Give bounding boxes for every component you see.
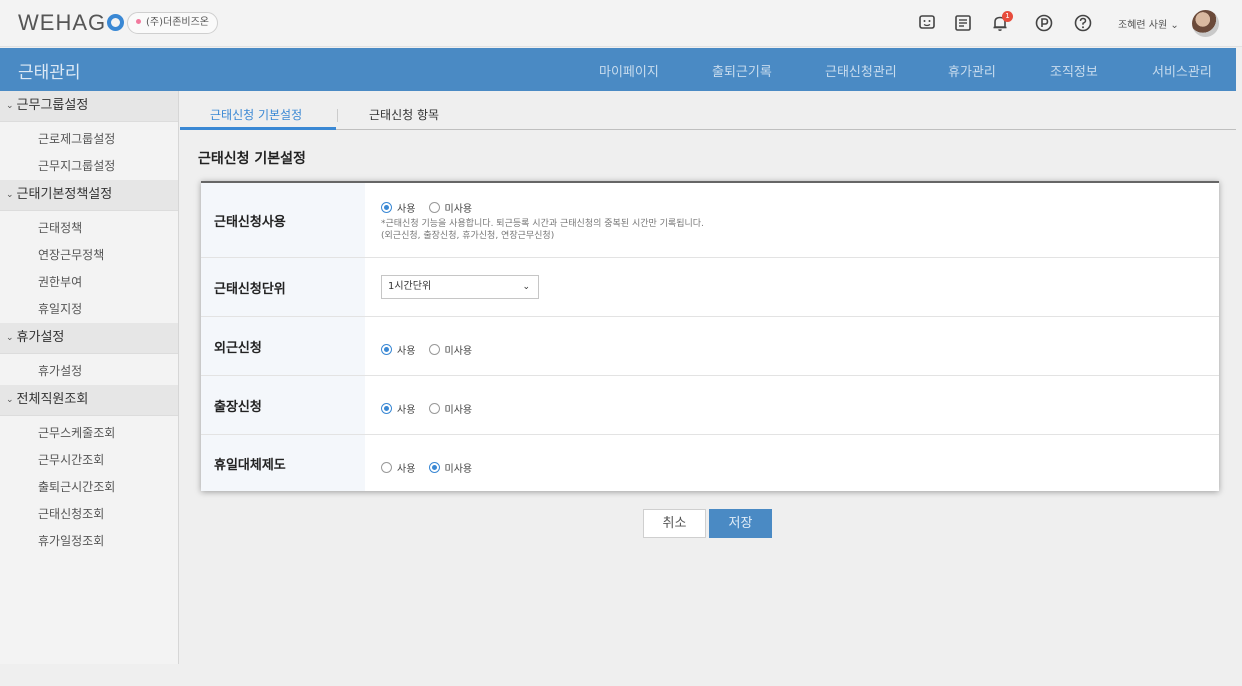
- radio-label: 사용: [397, 204, 416, 215]
- sidebar-group-label: 휴가설정: [16, 330, 65, 345]
- point-icon[interactable]: [1034, 13, 1054, 33]
- row-label: 휴일대체제도: [201, 435, 365, 491]
- cancel-button[interactable]: 취소: [643, 509, 706, 538]
- radio-label: 미사용: [444, 405, 473, 416]
- row-label: 출장신청: [201, 376, 365, 434]
- sidebar-group-basic-policy[interactable]: ⌄ 근태기본정책설정: [0, 180, 178, 211]
- nav-organization[interactable]: 조직정보: [1050, 61, 1098, 80]
- radio-label: 사용: [397, 405, 416, 416]
- sidebar-item-permission[interactable]: 권한부여: [0, 269, 178, 296]
- radio-label: 사용: [397, 346, 416, 357]
- chevron-down-icon: ⌄: [522, 282, 530, 292]
- notes-icon[interactable]: [953, 13, 973, 33]
- sidebar-item-attendance-policy[interactable]: 근태정책: [0, 215, 178, 242]
- tab-bar: 근태신청 기본설정 근태신청 항목: [180, 91, 1236, 130]
- row-label: 근태신청사용: [201, 183, 365, 257]
- radio-group-request-usage: 사용 미사용: [381, 197, 480, 216]
- request-unit-select[interactable]: 1시간단위 ⌄: [381, 275, 539, 299]
- tab-divider: [337, 109, 338, 122]
- radio-unuse[interactable]: [428, 403, 440, 414]
- top-bar: WEHAG (주)더존비즈온 1 조혜련 사원 ⌄: [0, 0, 1242, 47]
- sidebar-item-workplace-group[interactable]: 근무지그룹설정: [0, 153, 178, 180]
- radio-label: 미사용: [444, 346, 473, 357]
- radio-use[interactable]: [381, 202, 392, 213]
- usage-description: *근태신청 기능을 사용합니다. 퇴근등록 시간과 근태신청의 중복된 시간만 …: [381, 218, 704, 242]
- chevron-down-icon: ⌄: [6, 333, 14, 343]
- messenger-icon[interactable]: [917, 13, 937, 33]
- sidebar-group-work-group[interactable]: ⌄ 근무그룹설정: [0, 91, 178, 122]
- sidebar-item-labor-group[interactable]: 근로제그룹설정: [0, 126, 178, 153]
- nav-leave-management[interactable]: 휴가관리: [948, 61, 996, 80]
- radio-use[interactable]: [381, 344, 392, 355]
- radio-label: 미사용: [444, 464, 473, 475]
- row-holiday-substitution: 휴일대체제도 사용 미사용: [201, 435, 1219, 491]
- app-title[interactable]: 근태관리: [18, 58, 81, 83]
- company-name: (주)더존비즈온: [146, 17, 210, 28]
- nav-service-management[interactable]: 서비스관리: [1152, 61, 1212, 80]
- row-outside-work: 외근신청 사용 미사용: [201, 317, 1219, 376]
- help-icon[interactable]: [1073, 13, 1093, 33]
- sidebar-item-work-hours[interactable]: 근무시간조회: [0, 447, 178, 474]
- chevron-down-icon: ⌄: [6, 101, 14, 111]
- row-label: 근태신청단위: [201, 258, 365, 316]
- user-avatar[interactable]: [1192, 10, 1219, 37]
- radio-unuse[interactable]: [428, 344, 440, 355]
- radio-group-business-trip: 사용 미사용: [381, 398, 480, 417]
- radio-group-holiday-substitution: 사용 미사용: [381, 457, 480, 476]
- sidebar-item-request-lookup[interactable]: 근태신청조회: [0, 501, 178, 528]
- user-name-menu[interactable]: 조혜련 사원 ⌄: [1118, 16, 1179, 31]
- logo-text: WEHAG: [18, 10, 107, 35]
- sidebar-item-leave-settings[interactable]: 휴가설정: [0, 358, 178, 385]
- radio-group-outside-work: 사용 미사용: [381, 339, 480, 358]
- tab-basic-settings[interactable]: 근태신청 기본설정: [210, 106, 302, 123]
- sidebar-group-label: 전체직원조회: [16, 392, 89, 407]
- radio-unuse[interactable]: [428, 202, 440, 213]
- sidebar-item-holiday[interactable]: 휴일지정: [0, 296, 178, 323]
- sidebar-item-overtime-policy[interactable]: 연장근무정책: [0, 242, 178, 269]
- description-line: (외근신청, 출장신청, 휴가신청, 연장근무신청): [381, 231, 555, 241]
- nav-mypage[interactable]: 마이페이지: [599, 61, 659, 80]
- description-line: *근태신청 기능을 사용합니다. 퇴근등록 시간과 근태신청의 중복된 시간만 …: [381, 219, 704, 229]
- sidebar-group-leave[interactable]: ⌄ 휴가설정: [0, 323, 178, 354]
- row-request-usage: 근태신청사용 사용 미사용 *근태신청 기능을 사용합니다. 퇴근등록 시간과 …: [201, 183, 1219, 258]
- section-title: 근태신청 기본설정: [198, 151, 306, 167]
- sidebar-item-commute-time[interactable]: 출퇴근시간조회: [0, 474, 178, 501]
- radio-use[interactable]: [381, 462, 392, 473]
- row-business-trip: 출장신청 사용 미사용: [201, 376, 1219, 435]
- company-dot-icon: [136, 19, 141, 24]
- sidebar-group-all-staff[interactable]: ⌄ 전체직원조회: [0, 385, 178, 416]
- radio-label: 미사용: [444, 204, 473, 215]
- app-bar: 근태관리 마이페이지 출퇴근기록 근태신청관리 휴가관리 조직정보 서비스관리: [0, 48, 1236, 91]
- select-value: 1시간단위: [388, 281, 432, 292]
- company-selector[interactable]: (주)더존비즈온: [127, 12, 219, 34]
- nav-request-management[interactable]: 근태신청관리: [825, 61, 897, 80]
- sidebar-item-leave-schedule[interactable]: 휴가일정조회: [0, 528, 178, 555]
- sidebar-group-label: 근태기본정책설정: [16, 187, 113, 202]
- radio-use[interactable]: [381, 403, 392, 414]
- row-request-unit: 근태신청단위 1시간단위 ⌄: [201, 258, 1219, 317]
- notification-badge: 1: [1002, 11, 1013, 22]
- nav-attendance-record[interactable]: 출퇴근기록: [712, 61, 772, 80]
- sidebar-item-schedule[interactable]: 근무스케줄조회: [0, 420, 178, 447]
- tab-request-items[interactable]: 근태신청 항목: [369, 106, 439, 123]
- logo-o-icon: [107, 14, 125, 31]
- settings-form: 근태신청사용 사용 미사용 *근태신청 기능을 사용합니다. 퇴근등록 시간과 …: [201, 181, 1219, 491]
- sidebar-group-label: 근무그룹설정: [16, 98, 89, 113]
- wehago-logo[interactable]: WEHAG: [18, 10, 125, 36]
- radio-unuse[interactable]: [428, 462, 440, 473]
- active-tab-underline: [180, 127, 336, 130]
- chevron-down-icon: ⌄: [6, 395, 14, 405]
- save-button[interactable]: 저장: [709, 509, 772, 538]
- sidebar: ⌄ 근무그룹설정 근로제그룹설정 근무지그룹설정 ⌄ 근태기본정책설정 근태정책 연…: [0, 91, 179, 664]
- radio-label: 사용: [397, 464, 416, 475]
- chevron-down-icon: ⌄: [6, 190, 14, 200]
- row-label: 외근신청: [201, 317, 365, 375]
